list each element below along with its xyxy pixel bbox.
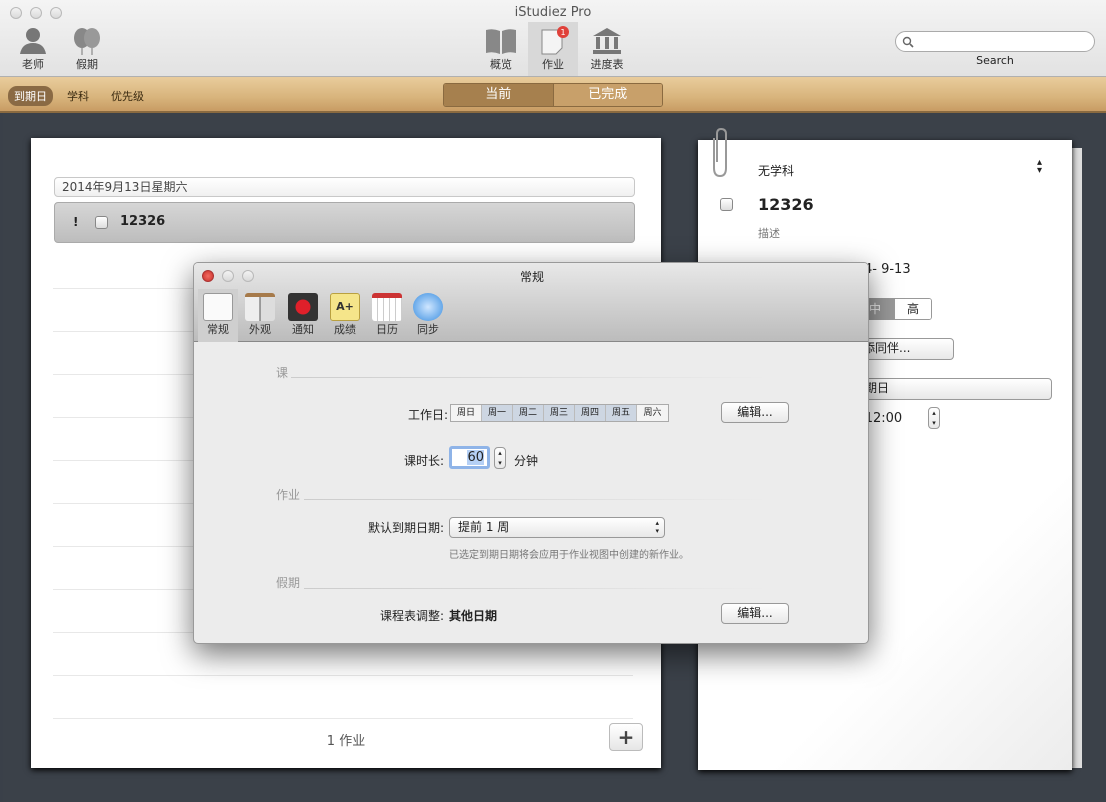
- tab-sync[interactable]: 同步: [408, 293, 448, 337]
- tab-completed[interactable]: 已完成: [552, 84, 662, 106]
- book-icon: [486, 29, 516, 54]
- toolbar: iStudiez Pro 老师 假期 概览 1 作业 进度表 Search: [0, 0, 1106, 77]
- holidays-icon: [74, 28, 100, 55]
- search-input[interactable]: [895, 31, 1095, 52]
- paper-stack: [1072, 148, 1082, 768]
- tab-label: 外观: [249, 323, 271, 336]
- day-tuesday[interactable]: 周二: [513, 405, 544, 421]
- sort-priority[interactable]: 优先级: [111, 88, 144, 104]
- tab-calendar[interactable]: 日历: [367, 293, 407, 337]
- reminder-select[interactable]: 期日: [848, 378, 1052, 400]
- select-arrows-icon: ▴ ▾: [655, 519, 659, 535]
- search-icon: [902, 36, 914, 48]
- schedule-label: 进度表: [590, 58, 624, 71]
- switch-icon: [203, 293, 233, 321]
- calendar-icon: [372, 293, 402, 321]
- filter-bar: 到期日 学科 优先级 当前 已完成: [0, 77, 1106, 113]
- priority-indicator: !: [73, 215, 79, 229]
- grades-icon: A+: [330, 293, 360, 321]
- status-segmented-control: 当前 已完成: [443, 83, 663, 107]
- search-label: Search: [976, 54, 1014, 67]
- workdays-label: 工作日:: [407, 408, 448, 422]
- section-classes: 课: [276, 366, 289, 380]
- sync-icon: [413, 293, 443, 321]
- preferences-dialog: 常规 常规 外观 通知 A+ 成绩 日历 同步 课 工作日: 周日 周一 周二 周…: [193, 262, 869, 644]
- assignments-label: 作业: [542, 58, 564, 71]
- task-checkbox[interactable]: [95, 216, 108, 229]
- tab-label: 同步: [417, 323, 439, 336]
- tab-general[interactable]: 常规: [198, 293, 238, 337]
- duration-unit: 分钟: [514, 454, 539, 468]
- day-saturday[interactable]: 周六: [637, 405, 668, 421]
- subject-select[interactable]: 无学科: [758, 162, 794, 179]
- default-due-select[interactable]: 提前 1 周 ▴ ▾: [449, 517, 665, 538]
- tab-label: 日历: [376, 323, 398, 336]
- tab-label: 通知: [292, 323, 314, 336]
- schedule-button[interactable]: 进度表: [590, 26, 624, 72]
- detail-title: 12326: [758, 195, 814, 214]
- teacher-button[interactable]: 老师: [16, 26, 50, 72]
- schedule-adjust-label: 课程表调整:: [379, 609, 444, 623]
- task-row[interactable]: ! 12326: [54, 202, 635, 243]
- priority-high[interactable]: 高: [895, 299, 931, 319]
- tab-label: 常规: [207, 323, 229, 336]
- assignments-button[interactable]: 1 作业: [528, 22, 578, 76]
- edit-schedule-button[interactable]: 编辑...: [721, 603, 789, 624]
- notification-icon: [288, 293, 318, 321]
- workdays-control: 周日 周一 周二 周三 周四 周五 周六: [450, 404, 669, 422]
- duration-input[interactable]: 60: [449, 446, 490, 469]
- tab-grades[interactable]: A+ 成绩: [325, 293, 365, 337]
- day-thursday[interactable]: 周四: [575, 405, 606, 421]
- duration-value: 60: [467, 450, 484, 465]
- holidays-label: 假期: [76, 58, 98, 71]
- schedule-adjust-value: 其他日期: [449, 609, 498, 623]
- appearance-icon: [245, 293, 275, 321]
- duration-label: 课时长:: [403, 454, 444, 468]
- overview-label: 概览: [490, 58, 512, 71]
- holidays-button[interactable]: 假期: [70, 26, 104, 72]
- sort-due-date[interactable]: 到期日: [8, 86, 53, 106]
- teacher-icon: [20, 28, 46, 54]
- duration-stepper[interactable]: ▴ ▾: [494, 447, 506, 469]
- description-field[interactable]: 描述: [758, 225, 780, 241]
- assignment-count: 1 作业: [326, 734, 366, 749]
- schedule-icon: [593, 28, 621, 54]
- default-due-hint: 已选定到期日期将会应用于作业视图中创建的新作业。: [449, 550, 689, 561]
- section-assignments: 作业: [276, 488, 301, 502]
- section-holidays: 假期: [276, 576, 301, 590]
- day-friday[interactable]: 周五: [606, 405, 637, 421]
- default-due-label: 默认到期日期:: [367, 521, 444, 535]
- day-monday[interactable]: 周一: [482, 405, 513, 421]
- sort-subject[interactable]: 学科: [67, 88, 89, 104]
- window-title: iStudiez Pro: [514, 5, 592, 20]
- tab-current[interactable]: 当前: [444, 84, 553, 106]
- tab-notifications[interactable]: 通知: [283, 293, 323, 337]
- detail-checkbox[interactable]: [720, 198, 733, 211]
- badge-count: 1: [560, 28, 565, 37]
- overview-button[interactable]: 概览: [484, 26, 518, 72]
- assignment-icon: 1: [541, 26, 569, 55]
- default-due-value: 提前 1 周: [458, 520, 510, 534]
- date-header: 2014年9月13日星期六: [54, 177, 635, 197]
- paperclip-icon: [713, 128, 727, 178]
- due-date-field[interactable]: 4- 9-13: [864, 262, 911, 277]
- dialog-title: 常规: [519, 270, 544, 284]
- edit-workdays-button[interactable]: 编辑...: [721, 402, 789, 423]
- task-title: 12326: [120, 214, 166, 229]
- subject-stepper-icon[interactable]: ▴ ▾: [1037, 158, 1042, 176]
- day-sunday[interactable]: 周日: [451, 405, 482, 421]
- day-wednesday[interactable]: 周三: [544, 405, 575, 421]
- teacher-label: 老师: [22, 58, 44, 71]
- tab-label: 成绩: [334, 323, 356, 336]
- add-assignment-button[interactable]: +: [609, 723, 643, 751]
- tab-appearance[interactable]: 外观: [240, 293, 280, 337]
- dialog-toolbar: 常规 常规 外观 通知 A+ 成绩 日历 同步: [194, 263, 868, 342]
- time-stepper[interactable]: ▴ ▾: [928, 407, 940, 429]
